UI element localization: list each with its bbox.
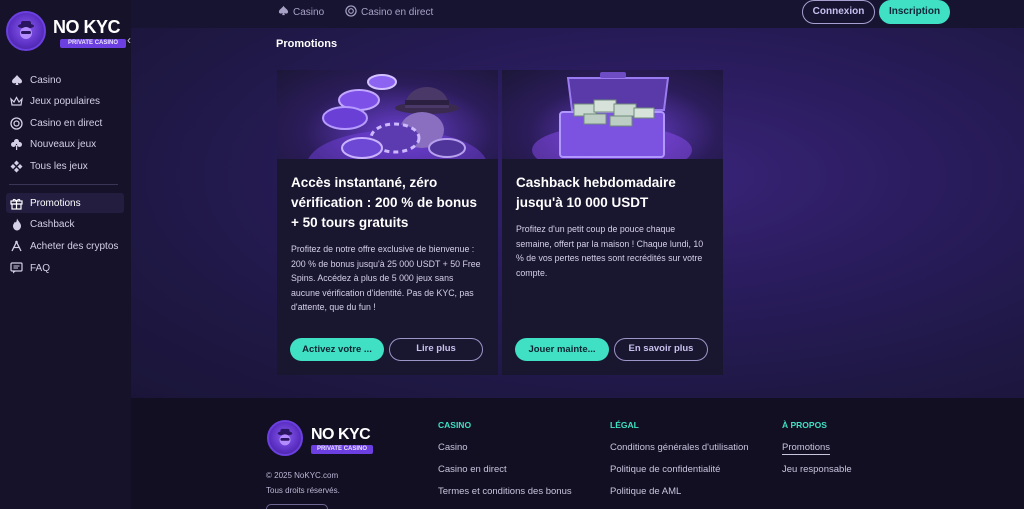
sidebar-item-label: Casino en direct bbox=[30, 117, 103, 129]
sidebar-item-label: FAQ bbox=[30, 262, 51, 274]
read-more-button[interactable]: Lire plus bbox=[389, 338, 483, 361]
login-button[interactable]: Connexion bbox=[802, 0, 875, 24]
footer-copyright: © 2025 NoKYC.com Tous droits réservés. bbox=[266, 468, 340, 498]
footer-link[interactable]: Conditions générales d'utilisation bbox=[610, 442, 749, 464]
brand-name: NO KYC bbox=[53, 17, 121, 37]
sidebar-item-label: Tous les jeux bbox=[30, 160, 88, 172]
page-title: Promotions bbox=[276, 38, 338, 50]
footer-link[interactable]: Politique de confidentialité bbox=[610, 464, 749, 486]
footer-brand-logo[interactable]: NO KYC PRIVATE CASINO bbox=[267, 420, 377, 458]
sidebar-item-label: Jeux populaires bbox=[30, 96, 101, 108]
top-link-label: Casino bbox=[293, 6, 325, 18]
sidebar-item-faq[interactable]: FAQ bbox=[6, 258, 124, 278]
footer-link[interactable]: Casino bbox=[438, 442, 572, 464]
footer-heading: LÉGAL bbox=[610, 420, 639, 430]
top-link-label: Casino en direct bbox=[361, 7, 434, 18]
promo-image-chips bbox=[277, 70, 498, 159]
footer-language-selector[interactable] bbox=[266, 504, 328, 509]
brand-name: NO KYC bbox=[311, 426, 371, 443]
logo-mascot-icon bbox=[6, 11, 46, 51]
footer-link[interactable]: Jeu responsable bbox=[782, 464, 852, 486]
faq-icon bbox=[9, 261, 24, 276]
sidebar-nav: Casino Jeux populaires Casino en direct … bbox=[6, 70, 124, 280]
rights-text: Tous droits réservés. bbox=[266, 486, 340, 495]
promo-title: Cashback hebdomadaire jusqu'à 10 000 USD… bbox=[516, 175, 676, 210]
learn-more-button[interactable]: En savoir plus bbox=[614, 338, 708, 361]
brand-tagline: PRIVATE CASINO bbox=[311, 445, 373, 454]
footer-heading: CASINO bbox=[438, 420, 472, 430]
sidebar-item-cashback[interactable]: Cashback bbox=[6, 215, 124, 235]
signup-button[interactable]: Inscription bbox=[879, 0, 950, 24]
activate-bonus-button[interactable]: Activez votre ... bbox=[290, 338, 384, 361]
footer bbox=[131, 398, 1024, 509]
sidebar-item-popular[interactable]: Jeux populaires bbox=[6, 92, 124, 112]
live-chip-icon bbox=[345, 5, 357, 20]
logo-mascot-icon bbox=[267, 420, 303, 456]
footer-link[interactable]: Politique de AML bbox=[610, 486, 749, 508]
live-chip-icon bbox=[9, 116, 24, 131]
brand-logo[interactable]: NO KYC PRIVATE CASINO bbox=[6, 11, 126, 51]
promo-card: Cashback hebdomadaire jusqu'à 10 000 USD… bbox=[502, 70, 723, 375]
sidebar-item-new-games[interactable]: Nouveaux jeux bbox=[6, 135, 124, 155]
footer-column-about: À PROPOS Promotions Jeu responsable bbox=[782, 420, 852, 486]
footer-column-casino: CASINO Casino Casino en direct Termes et… bbox=[438, 420, 572, 508]
footer-link-label: Promotions bbox=[782, 442, 831, 455]
footer-link[interactable]: Casino en direct bbox=[438, 464, 572, 486]
sidebar: NO KYC PRIVATE CASINO ‹ Casino Jeux popu… bbox=[0, 0, 131, 509]
sidebar-item-label: Nouveaux jeux bbox=[30, 139, 97, 151]
gift-icon bbox=[9, 196, 24, 211]
top-link-live-casino[interactable]: Casino en direct bbox=[345, 5, 433, 20]
footer-link-promotions[interactable]: Promotions bbox=[782, 442, 852, 464]
sidebar-item-label: Promotions bbox=[30, 197, 81, 209]
sidebar-item-casino[interactable]: Casino bbox=[6, 70, 124, 90]
grid-icon bbox=[9, 159, 24, 174]
crypto-icon bbox=[9, 239, 24, 254]
sidebar-item-all-games[interactable]: Tous les jeux bbox=[6, 156, 124, 176]
play-now-button[interactable]: Jouer mainte... bbox=[515, 338, 609, 361]
footer-column-legal: LÉGAL Conditions générales d'utilisation… bbox=[610, 420, 749, 508]
promo-card: Accès instantané, zéro vérification : 20… bbox=[277, 70, 498, 375]
promo-description: Profitez de notre offre exclusive de bie… bbox=[291, 244, 481, 312]
sidebar-item-label: Acheter des cryptos bbox=[30, 241, 119, 253]
crown-icon bbox=[9, 94, 24, 109]
flame-icon bbox=[9, 217, 24, 232]
sidebar-item-live-casino[interactable]: Casino en direct bbox=[6, 113, 124, 133]
sidebar-item-promotions[interactable]: Promotions bbox=[6, 193, 124, 214]
sidebar-item-buy-crypto[interactable]: Acheter des cryptos bbox=[6, 237, 124, 257]
sidebar-item-label: Casino bbox=[30, 74, 62, 86]
promo-description: Profitez d'un petit coup de pouce chaque… bbox=[516, 224, 704, 278]
spade-icon bbox=[9, 73, 24, 88]
promo-image-suitcase bbox=[502, 70, 723, 159]
brand-tagline: PRIVATE CASINO bbox=[60, 39, 126, 48]
footer-heading: À PROPOS bbox=[782, 420, 827, 430]
copyright-text: © 2025 NoKYC.com bbox=[266, 471, 339, 480]
top-link-casino[interactable]: Casino bbox=[278, 5, 324, 19]
promo-title: Accès instantané, zéro vérification : 20… bbox=[291, 175, 478, 230]
spade-icon bbox=[278, 5, 289, 19]
sidebar-item-label: Cashback bbox=[30, 219, 75, 231]
sidebar-divider bbox=[9, 184, 118, 186]
clover-icon bbox=[9, 137, 24, 152]
footer-link[interactable]: Termes et conditions des bonus bbox=[438, 486, 572, 508]
